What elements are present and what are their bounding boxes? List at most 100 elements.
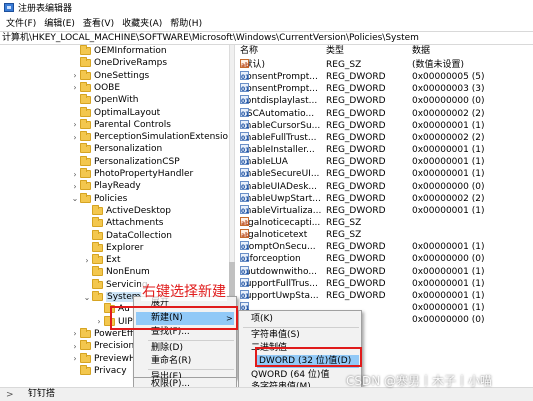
value-row[interactable]: 01 EnableSecureUI... REG_DWORD 0x00000001 (…	[236, 168, 533, 180]
chevron-down-icon[interactable]: ⌄	[70, 194, 80, 203]
menu-favorites[interactable]: 收藏夹(A)	[118, 16, 166, 29]
value-type: REG_DWORD	[326, 145, 386, 156]
folder-icon	[80, 45, 91, 55]
value-type: REG_DWORD	[326, 157, 386, 168]
new-string-value[interactable]: 字符串值(S)	[251, 329, 300, 342]
value-data: 0x00000000 (0)	[412, 96, 485, 107]
binary-value-icon: 01	[240, 277, 249, 288]
value-row[interactable]: 01 EnableInstaller... REG_DWORD 0x00000001 …	[236, 144, 533, 156]
value-data: 0x00000001 (1)	[412, 205, 485, 216]
value-data: 0x00000001 (1)	[412, 120, 485, 131]
menu-edit[interactable]: 编辑(E)	[40, 16, 79, 29]
value-row[interactable]: 01 EnableCursorSu... REG_DWORD 0x00000001 (…	[236, 119, 533, 132]
chevron-right-icon[interactable]: ›	[82, 256, 92, 265]
menu-rename[interactable]: 重命名(R)	[151, 355, 191, 368]
chevron-right-icon[interactable]: ›	[70, 342, 80, 351]
value-row[interactable]: 01 dontdisplaylast... REG_DWORD 0x00000000 …	[236, 95, 533, 107]
folder-icon	[80, 106, 91, 117]
tree-item[interactable]: › Parental Controls	[70, 118, 171, 131]
tree-item[interactable]: Privacy	[70, 364, 127, 377]
binary-value-icon: 01	[240, 83, 249, 93]
folder-icon	[80, 94, 91, 105]
tree-item[interactable]: Personalization	[70, 143, 162, 155]
folder-icon	[92, 266, 103, 277]
value-row[interactable]: 01 ConsentPrompt... REG_DWORD 0x00000005 (5…	[236, 71, 533, 83]
value-row[interactable]: 01 scforceoption REG_DWORD 0x00000000 (0)	[236, 253, 533, 265]
chevron-right-icon: >	[6, 390, 14, 400]
chevron-right-icon[interactable]: ›	[70, 170, 80, 179]
folder-icon	[92, 291, 103, 301]
tree-item[interactable]: NonEnum	[82, 266, 150, 278]
tree-item[interactable]: OneDriveRamps	[70, 57, 167, 69]
menu-view[interactable]: 查看(V)	[79, 16, 118, 29]
tree-item[interactable]: DataCollection	[82, 229, 172, 242]
chevron-down-icon[interactable]: ⌄	[82, 293, 92, 302]
menu-file[interactable]: 文件(F)	[2, 16, 40, 29]
value-name-cell: 01 EnableCursorSu...	[240, 119, 320, 132]
tree-item[interactable]: OptimalLayout	[70, 106, 160, 119]
chevron-right-icon[interactable]: ›	[70, 133, 80, 142]
tree-item[interactable]: PersonalizationCSP	[70, 155, 180, 168]
tree-item[interactable]: Explorer	[82, 241, 143, 254]
tree-item[interactable]: › OOBE	[70, 81, 120, 94]
chevron-right-icon[interactable]: ›	[70, 182, 80, 191]
value-row[interactable]: 01 EnableFullTrust... REG_DWORD 0x00000002 …	[236, 131, 533, 144]
tree-item[interactable]: › Ext	[82, 254, 121, 266]
value-data: (数值未设置)	[412, 60, 465, 70]
column-header-name[interactable]: 名称	[240, 45, 258, 58]
binary-value-icon: 01	[240, 144, 249, 154]
value-name: EnableUwpStart...	[240, 193, 321, 204]
value-row[interactable]: 01 EnableUwpStart... REG_DWORD 0x00000002 (…	[236, 192, 533, 205]
column-header-data[interactable]: 数据	[412, 45, 430, 58]
chevron-right-icon[interactable]: ›	[70, 71, 80, 80]
value-row[interactable]: 01 EnableVirtualiza... REG_DWORD 0x00000001…	[236, 204, 533, 217]
value-data: 0x00000005 (5)	[412, 72, 485, 83]
annotation-highlight-dword	[255, 347, 362, 367]
value-row[interactable]: ab legalnoticetext REG_SZ	[236, 229, 533, 241]
value-name-cell: 01 SupportFullTrus...	[240, 277, 318, 290]
new-key[interactable]: 项(K)	[251, 313, 273, 326]
chevron-right-icon[interactable]: ›	[70, 120, 80, 129]
tree-item[interactable]: Attachments	[82, 217, 163, 229]
value-row[interactable]: 01 SupportFullTrus... REG_DWORD 0x00000001 …	[236, 277, 533, 290]
tree-item[interactable]: › PlayReady	[70, 180, 141, 192]
value-row[interactable]: 01 EnableLUA REG_DWORD 0x00000001 (1)	[236, 156, 533, 168]
value-type: REG_DWORD	[326, 84, 386, 95]
tree-item[interactable]: › PreviewH	[70, 352, 136, 365]
tree-item[interactable]: OEMInformation	[70, 45, 167, 57]
chevron-right-icon[interactable]: ›	[70, 83, 80, 92]
folder-icon	[80, 57, 91, 68]
binary-value-icon: 01	[240, 131, 249, 142]
tree-item[interactable]: › OneSettings	[70, 69, 149, 82]
tree-item[interactable]: › PhotoPropertyHandler	[70, 168, 193, 180]
value-row[interactable]: 01 ConsentPrompt... REG_DWORD 0x00000003 (3…	[236, 83, 533, 95]
menu-delete[interactable]: 删除(D)	[151, 342, 183, 355]
chevron-right-icon[interactable]: ›	[70, 354, 80, 363]
tree-item[interactable]: › Precision	[70, 340, 134, 352]
chevron-right-icon[interactable]: ›	[94, 317, 104, 326]
value-row[interactable]: 01 PromptOnSecu... REG_DWORD 0x00000001 (1)	[236, 241, 533, 253]
tree-item[interactable]: Servicing	[82, 278, 148, 291]
column-header-type[interactable]: 类型	[326, 45, 344, 58]
folder-icon	[92, 278, 103, 289]
tree-item[interactable]: ⌄ Policies	[70, 192, 127, 205]
tree-item-label: OpenWith	[94, 95, 139, 106]
value-row[interactable]: ab legalnoticecapti... REG_SZ	[236, 216, 533, 229]
tree-item[interactable]: › PerceptionSimulationExtensions	[70, 131, 228, 143]
value-name: shutdownwitho...	[240, 266, 317, 277]
value-row[interactable]: 01 DSCAutomatio... REG_DWORD 0x00000002 (2)	[236, 107, 533, 120]
tree-item-label: Privacy	[94, 365, 127, 376]
value-name-cell: 01 ConsentPrompt...	[240, 71, 318, 83]
value-row[interactable]: ab (默认) REG_SZ (数值未设置)	[236, 59, 533, 71]
folder-icon	[92, 217, 103, 228]
menu-help[interactable]: 帮助(H)	[166, 16, 206, 29]
folder-icon	[80, 155, 91, 166]
value-name-cell: ab legalnoticetext	[240, 229, 307, 241]
value-row[interactable]: 01 EnableUIADesk... REG_DWORD 0x00000000 (0…	[236, 180, 533, 193]
value-row[interactable]: 01 shutdownwitho... REG_DWORD 0x00000001 (1…	[236, 265, 533, 278]
tree-item[interactable]: ActiveDesktop	[82, 204, 171, 217]
chevron-right-icon[interactable]: ›	[70, 329, 80, 338]
tree-item[interactable]: OpenWith	[70, 94, 138, 106]
address-bar[interactable]: 计算机\HKEY_LOCAL_MACHINE\SOFTWARE\Microsof…	[0, 31, 533, 45]
value-row[interactable]: 01 SupportUwpSta... REG_DWORD 0x00000001 (1…	[236, 289, 533, 302]
